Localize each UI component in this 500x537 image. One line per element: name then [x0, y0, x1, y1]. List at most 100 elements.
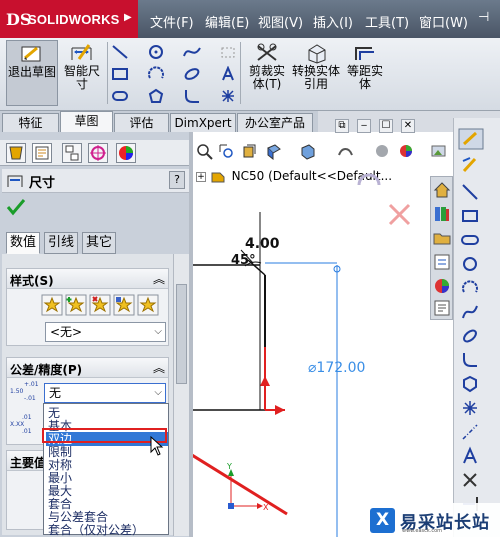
custom-properties-icon[interactable] — [432, 298, 452, 318]
tab-value[interactable]: 数值 — [6, 232, 40, 254]
exit-sketch-button[interactable]: 退出草图 — [6, 40, 58, 106]
pin-icon[interactable]: ⊣ — [478, 10, 489, 25]
restore-icon[interactable]: ⧉ — [335, 119, 349, 133]
style-group-header[interactable]: 样式(S) ︽ — [7, 269, 168, 289]
watermark-subtext: www.easck.com — [402, 528, 443, 534]
tolerance-option[interactable]: 与公差套合 — [46, 510, 168, 524]
cancel-corner-icon[interactable] — [388, 203, 411, 226]
text-icon[interactable] — [219, 66, 237, 82]
menu-edit[interactable]: 编辑(E) — [205, 12, 249, 31]
line-icon[interactable] — [111, 44, 129, 60]
x-axis-label: X — [263, 503, 269, 512]
style-select[interactable]: <无> ⌵ — [45, 322, 166, 342]
tolerance-option[interactable]: 对称 — [46, 458, 168, 472]
display-manager-icon[interactable] — [116, 143, 136, 163]
file-explorer-icon[interactable] — [432, 228, 452, 248]
tolerance-type-select[interactable]: 无 ⌵ — [44, 383, 166, 403]
convert-entities-button[interactable]: 转换实体引用 — [292, 40, 340, 106]
tolerance-option[interactable]: 最大 — [46, 484, 168, 498]
trim-icon[interactable] — [460, 470, 480, 490]
tolerance-dropdown-list: 无基本 双边 限制 对称 最小 最大 套合 与公差套合 套合（仅对公差） — [43, 403, 169, 537]
tab-office-products[interactable]: 办公室产品 — [237, 113, 313, 132]
property-manager-icon[interactable] — [32, 143, 52, 163]
plane-icon[interactable] — [219, 44, 237, 60]
trim-entities-button[interactable]: 剪裁实体(T) — [244, 40, 290, 106]
collapse-icon[interactable]: ︽ — [153, 270, 165, 287]
scrollbar-thumb[interactable] — [176, 284, 187, 384]
confirm-corner-icon[interactable] — [357, 173, 381, 186]
appearances-icon[interactable] — [432, 276, 452, 296]
tab-leaders[interactable]: 引线 — [44, 232, 78, 254]
slot-icon[interactable] — [460, 230, 480, 250]
convert-entities-icon — [308, 44, 326, 64]
menu-file[interactable]: 文件(F) — [150, 12, 194, 31]
ellipse-icon[interactable] — [460, 326, 480, 346]
maximize-icon[interactable]: ☐ — [379, 119, 393, 133]
menu-view[interactable]: 视图(V) — [258, 12, 303, 31]
smart-dimension-button[interactable]: 智能尺寸 — [60, 40, 104, 106]
text-icon[interactable] — [460, 446, 480, 466]
origin-icon[interactable] — [228, 503, 234, 509]
dimxpert-manager-icon[interactable] — [88, 143, 108, 163]
checkmark-icon — [6, 199, 26, 216]
dimension-angle-text[interactable]: 45° — [231, 253, 256, 268]
tab-other[interactable]: 其它 — [82, 232, 116, 254]
solidworks-logo[interactable]: DS SOLIDWORKS ▶ — [0, 0, 138, 38]
tolerance-option[interactable]: 无 — [46, 406, 168, 420]
property-scrollbar[interactable] — [173, 254, 189, 536]
offset-entities-button[interactable]: 等距实体 — [342, 40, 388, 106]
design-library-icon[interactable] — [432, 204, 452, 224]
collapse-icon[interactable]: ︽ — [153, 359, 165, 376]
arc-icon[interactable] — [460, 278, 480, 298]
menu-window[interactable]: 窗口(W) — [419, 12, 468, 31]
line-icon[interactable] — [460, 182, 480, 202]
tolerance-type-icon: +.01 1.50 -.01 — [10, 381, 39, 402]
configuration-manager-icon[interactable] — [62, 143, 82, 163]
tolerance-option[interactable]: 套合 — [46, 497, 168, 511]
polygon-icon[interactable] — [460, 374, 480, 394]
style-buttons — [41, 294, 159, 316]
home-icon[interactable] — [432, 180, 452, 200]
fillet-icon[interactable] — [183, 88, 201, 104]
circle-icon[interactable] — [460, 254, 480, 274]
arc-icon[interactable] — [147, 66, 165, 82]
polygon-icon[interactable] — [147, 88, 165, 104]
ok-button[interactable] — [6, 198, 26, 219]
tab-dimxpert[interactable]: DimXpert — [170, 113, 236, 132]
task-pane-tabs — [430, 176, 453, 320]
spline-icon[interactable] — [183, 44, 201, 60]
rectangle-icon[interactable] — [111, 66, 129, 82]
rectangle-icon[interactable] — [460, 206, 480, 226]
view-palette-icon[interactable] — [432, 252, 452, 272]
ellipse-icon[interactable] — [183, 66, 201, 82]
tab-features[interactable]: 特征 — [2, 113, 59, 132]
style-select-value: <无> — [50, 325, 83, 339]
smart-dimension-icon — [71, 44, 92, 60]
tab-sketch[interactable]: 草图 — [60, 111, 113, 132]
menu-tools[interactable]: 工具(T) — [365, 12, 409, 31]
fillet-icon[interactable] — [460, 350, 480, 370]
y-axis-label: Y — [226, 462, 232, 471]
spline-icon[interactable] — [460, 302, 480, 322]
minimize-icon[interactable]: ‒ — [357, 119, 371, 133]
tolerance-type-value: 无 — [49, 386, 62, 400]
circle-icon[interactable] — [147, 44, 165, 60]
style-group: 样式(S) ︽ <无> ⌵ — [6, 268, 169, 346]
feature-manager-icon[interactable] — [6, 143, 26, 163]
tolerance-option[interactable]: 最小 — [46, 471, 168, 485]
dimension-length-text[interactable]: 4.00 — [245, 236, 280, 252]
close-icon[interactable]: ✕ — [401, 119, 415, 133]
smart-dimension-icon[interactable] — [460, 155, 480, 175]
centerline-icon[interactable] — [460, 422, 480, 442]
point-icon[interactable] — [460, 398, 480, 418]
app-brand: SOLIDWORKS — [28, 12, 120, 27]
point-icon[interactable] — [219, 88, 237, 104]
menu-insert[interactable]: 插入(I) — [313, 12, 353, 31]
tolerance-option[interactable]: 套合（仅对公差） — [46, 523, 168, 537]
tolerance-group-header[interactable]: 公差/精度(P) ︽ — [7, 358, 168, 378]
help-button[interactable]: ? — [169, 171, 185, 189]
tab-evaluate[interactable]: 评估 — [114, 113, 169, 132]
slot-icon[interactable] — [111, 88, 129, 104]
exit-sketch-icon[interactable] — [458, 128, 484, 150]
dimension-diameter-text[interactable]: ⌀172.00 — [308, 360, 365, 376]
